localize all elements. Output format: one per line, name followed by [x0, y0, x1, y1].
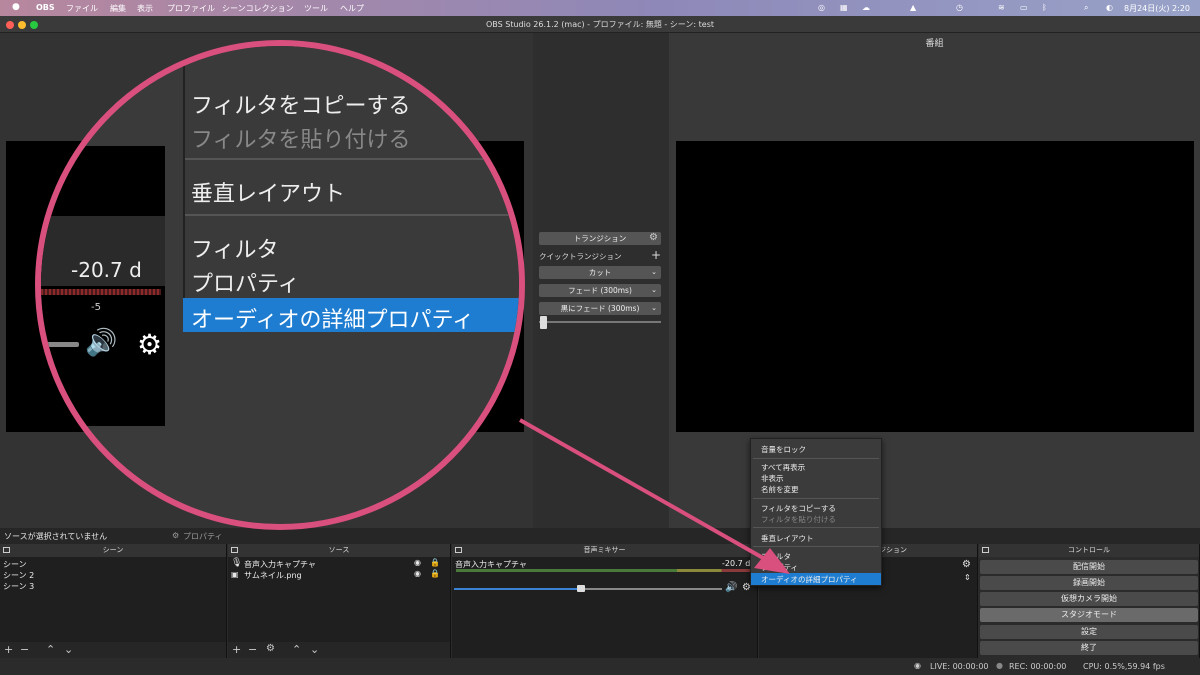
zoom-preview-black [41, 146, 165, 426]
zoom-meter [41, 289, 161, 295]
speaker-icon: 🔊 [85, 328, 118, 358]
zoom-filters: フィルタ [191, 238, 279, 263]
zoom-slider [41, 342, 79, 347]
zoom-properties: プロパティ [191, 272, 300, 297]
gear-icon: ⚙ [137, 328, 163, 361]
zoom-advanced-audio: オーディオの詳細プロパティ [191, 308, 475, 333]
zoom-vertical-layout: 垂直レイアウト [191, 182, 346, 207]
zoom-separator [185, 214, 519, 216]
arrow-head [754, 548, 790, 574]
arrow-line [519, 418, 773, 565]
zoom-level: -20.7 d [71, 258, 142, 282]
zoom-tick: -5 [91, 302, 101, 313]
zoom-separator [185, 158, 519, 160]
magnified-callout: -20.7 d -5 🔊 ⚙ フィルタをコピーする フィルタを貼り付ける 垂直レ… [35, 40, 525, 530]
zoom-copy-filters: フィルタをコピーする [191, 94, 411, 119]
zoom-paste-filters: フィルタを貼り付ける [191, 128, 411, 153]
